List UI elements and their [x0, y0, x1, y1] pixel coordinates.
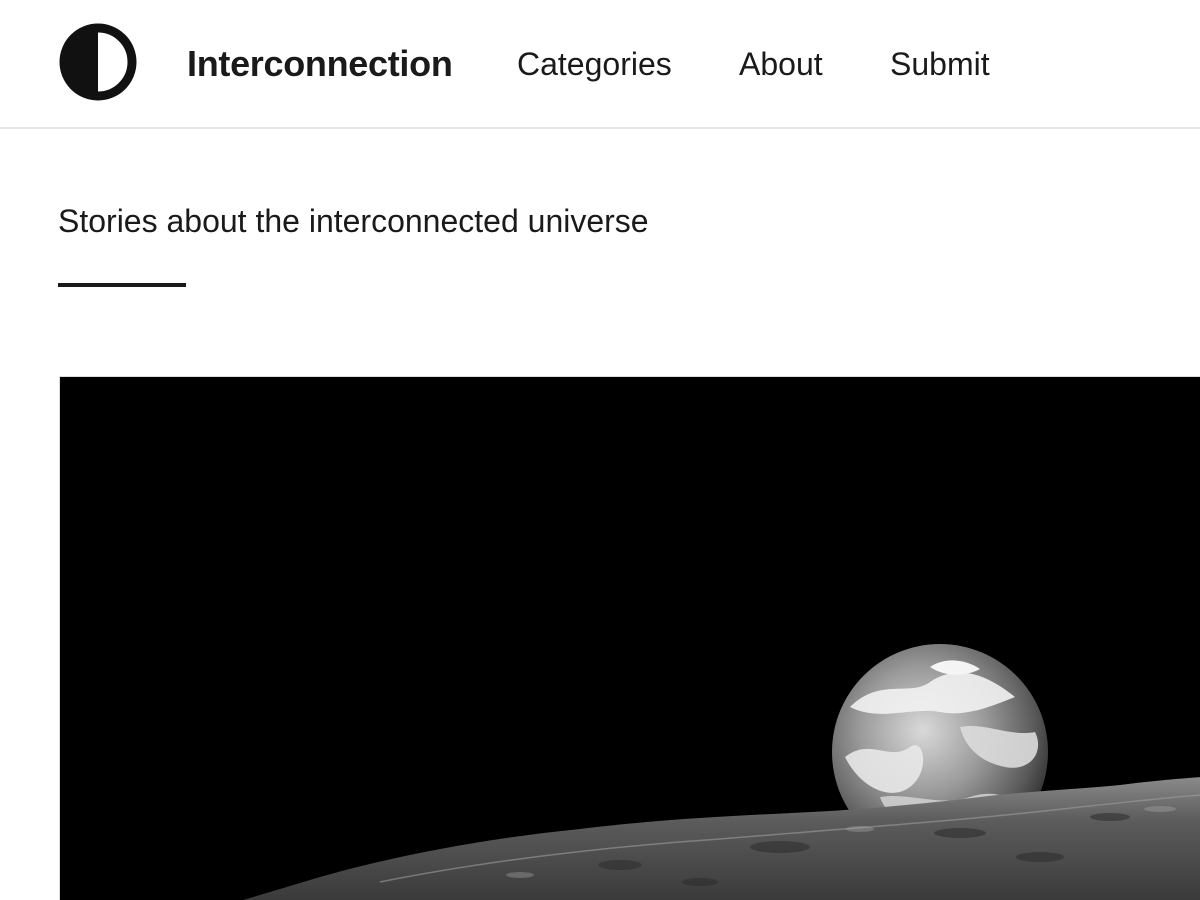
hero-image[interactable] [59, 376, 1200, 900]
tagline-underline [58, 283, 186, 287]
nav-link-categories[interactable]: Categories [517, 46, 672, 83]
site-title[interactable]: Interconnection [187, 43, 453, 85]
earthrise-photo [60, 377, 1200, 900]
nav-link-about[interactable]: About [739, 46, 823, 83]
nav-link-submit[interactable]: Submit [890, 46, 990, 83]
site-header: Interconnection Categories About Submit [0, 0, 1200, 129]
half-circle-logo-icon[interactable] [59, 23, 137, 101]
page-tagline: Stories about the interconnected univers… [58, 203, 649, 239]
